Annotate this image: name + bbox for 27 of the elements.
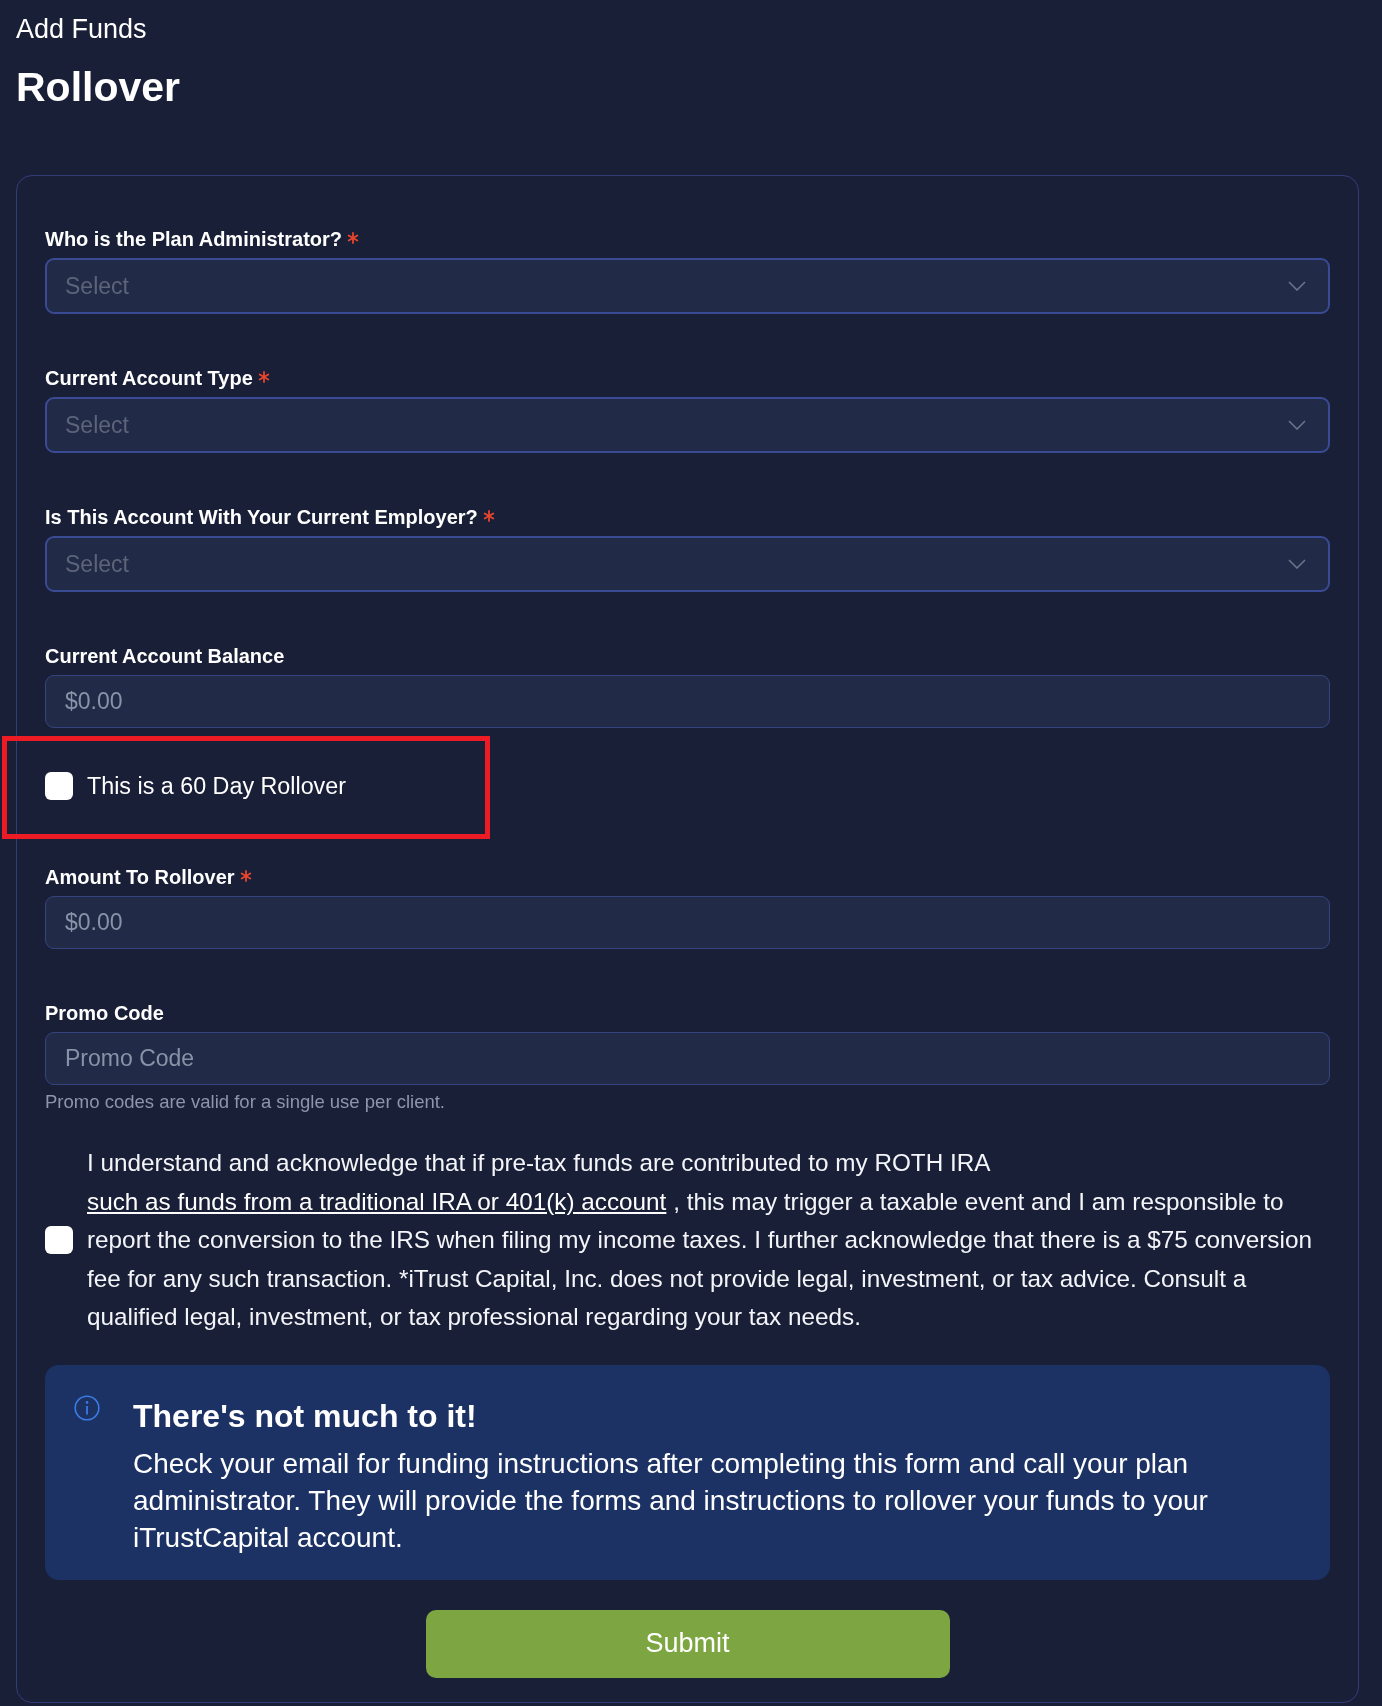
input-field[interactable]: $0.00 [45, 896, 1330, 949]
info-icon [74, 1394, 100, 1421]
field-label: Current Account Balance [45, 644, 285, 668]
input-field[interactable]: $0.00 [45, 675, 1330, 728]
chevron-down-icon [1288, 559, 1306, 569]
callout-title: There's not much to it! [133, 1397, 478, 1434]
page-title: Rollover [16, 63, 182, 111]
page-subtitle: Add Funds [16, 13, 148, 45]
chevron-down-icon [1288, 281, 1306, 291]
checkbox[interactable] [45, 772, 73, 800]
field-label: Is This Account With Your Current Employer? [45, 505, 478, 529]
chevron-down-icon [1288, 420, 1306, 430]
submit-button[interactable]: Submit [425, 1609, 950, 1678]
select-field[interactable]: Select [45, 258, 1330, 314]
field-label: Promo Code [45, 1001, 164, 1025]
consent-link[interactable]: such as funds from a traditional IRA or 401(k) account [87, 1187, 667, 1215]
input-field[interactable]: Promo Code [45, 1032, 1330, 1085]
consent-text: I understand and acknowledge that if pre-tax funds are contributed to my ROTH IRA such as funds from a traditional IRA or 401(k) account , this may trigger a taxable event and I am responsible to report the conversion to the IRS when filing my income taxes. I further acknowledge that there is a $75 conversion fee for any such transaction. *iTrust Capital, Inc. does not provide legal, investment, or tax advice. Consult a qualified legal, investment, or tax professional regarding your tax needs. [87, 1148, 1313, 1332]
field-label: Current Account Type [45, 366, 253, 390]
field-hint: Promo codes are valid for a single use per client. [45, 1091, 446, 1113]
field-label: Amount To Rollover [45, 865, 235, 889]
select-field[interactable]: Select [45, 536, 1330, 592]
field-label: Who is the Plan Administrator? [45, 227, 343, 251]
checkbox[interactable] [45, 1226, 73, 1255]
checkbox-label: This is a 60 Day Rollover [87, 772, 346, 801]
select-field[interactable]: Select [45, 397, 1330, 453]
callout-body: Check your email for funding instructions after completing this form and call your plan administrator. They will provide the forms and instructions to rollover your funds to your iTrustCapital account. [133, 1446, 1209, 1555]
